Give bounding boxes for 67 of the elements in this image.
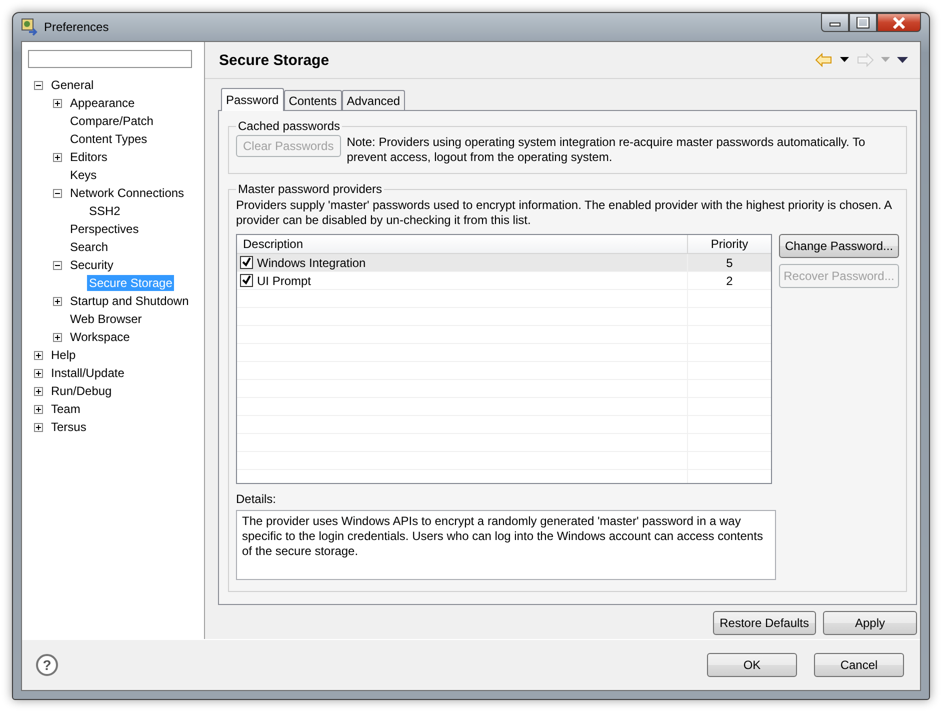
expand-icon[interactable]: [53, 98, 62, 108]
help-button[interactable]: ?: [36, 654, 58, 676]
table-row[interactable]: Windows Integration 5: [237, 254, 771, 272]
dialog-button[interactable]: Cancel: [814, 653, 904, 677]
column-header[interactable]: Description: [237, 235, 687, 253]
window-title: Preferences: [44, 20, 109, 34]
page-button[interactable]: Restore Defaults: [712, 611, 816, 635]
tab[interactable]: Password: [221, 88, 284, 111]
app-icon: [21, 18, 39, 36]
caret-icon[interactable]: [840, 57, 849, 63]
tree-item[interactable]: Web Browser: [68, 311, 144, 327]
details-text-box: The provider uses Windows APIs to encrypt a randomly generated 'master' password in a way specific to the login credentials. Users who can log into the Windows account can access contents of the secure storage.: [236, 510, 776, 580]
expand-icon[interactable]: [34, 368, 43, 378]
tree-item[interactable]: Install/Update: [49, 365, 126, 381]
tree-item[interactable]: SSH2: [87, 203, 122, 219]
tree-item[interactable]: Editors: [68, 149, 110, 165]
table-cell: 2: [726, 274, 733, 288]
dialog-button[interactable]: OK: [707, 653, 797, 677]
note-text: Note: Providers using operating system integration re-acquire master passwords automatically. To prevent access, logout from the operating system.: [346, 135, 866, 165]
table-cell: 5: [726, 256, 733, 270]
view-menu-icon[interactable]: [897, 56, 908, 64]
tree-item[interactable]: Network Connections: [68, 185, 186, 201]
collapse-icon[interactable]: [53, 188, 62, 198]
tree-item[interactable]: Tersus: [49, 419, 88, 435]
expand-icon[interactable]: [34, 422, 43, 432]
table-row[interactable]: UI Prompt 2: [237, 272, 771, 290]
tree-item[interactable]: Workspace: [68, 329, 132, 345]
maximize-button[interactable]: [849, 13, 877, 32]
maximize-icon: [856, 16, 870, 28]
expand-icon[interactable]: [34, 386, 43, 396]
details-label: Details:: [236, 492, 278, 506]
table-cell: Windows Integration: [257, 256, 366, 270]
tree-item[interactable]: Appearance: [68, 95, 137, 111]
tab[interactable]: Contents: [284, 90, 342, 110]
expand-icon[interactable]: [53, 152, 62, 162]
password-button[interactable]: Change Password...: [779, 234, 899, 258]
expand-icon[interactable]: [53, 332, 62, 342]
tree-item[interactable]: Search: [68, 239, 110, 255]
minimize-button[interactable]: [821, 13, 849, 32]
expand-icon[interactable]: [53, 296, 62, 306]
group-title: Master password providers: [237, 182, 384, 196]
tree-item[interactable]: Run/Debug: [49, 383, 114, 399]
tree-item[interactable]: Team: [49, 401, 82, 417]
tree-item[interactable]: Keys: [68, 167, 99, 183]
expand-icon[interactable]: [34, 404, 43, 414]
checkbox[interactable]: [240, 274, 253, 287]
tree-item[interactable]: General: [49, 77, 96, 93]
intro-text: Providers supply 'master' passwords used to encrypt information. The enabled provider with the highest priority is chosen. A provider can be disabled by un-checking it from this list.: [236, 198, 893, 228]
collapse-icon[interactable]: [34, 80, 43, 90]
tree-item[interactable]: Perspectives: [68, 221, 141, 237]
close-icon: [891, 16, 907, 28]
collapse-icon[interactable]: [53, 260, 62, 270]
expand-icon[interactable]: [34, 350, 43, 360]
page-button[interactable]: Apply: [823, 611, 917, 635]
tree-item[interactable]: Security: [68, 257, 116, 273]
close-button[interactable]: [877, 13, 921, 32]
tab[interactable]: Advanced: [342, 90, 406, 110]
page-title: Secure Storage: [219, 52, 330, 68]
tree-item[interactable]: Help: [49, 347, 78, 363]
tree-item[interactable]: Content Types: [68, 131, 150, 147]
table-cell: UI Prompt: [257, 274, 312, 288]
tree-item[interactable]: Startup and Shutdown: [68, 293, 191, 309]
column-header[interactable]: Priority: [687, 235, 771, 253]
tree-item[interactable]: Compare/Patch: [68, 113, 156, 129]
filter-field[interactable]: [28, 50, 192, 68]
group-title: Cached passwords: [237, 119, 342, 133]
checkbox[interactable]: [240, 256, 253, 269]
